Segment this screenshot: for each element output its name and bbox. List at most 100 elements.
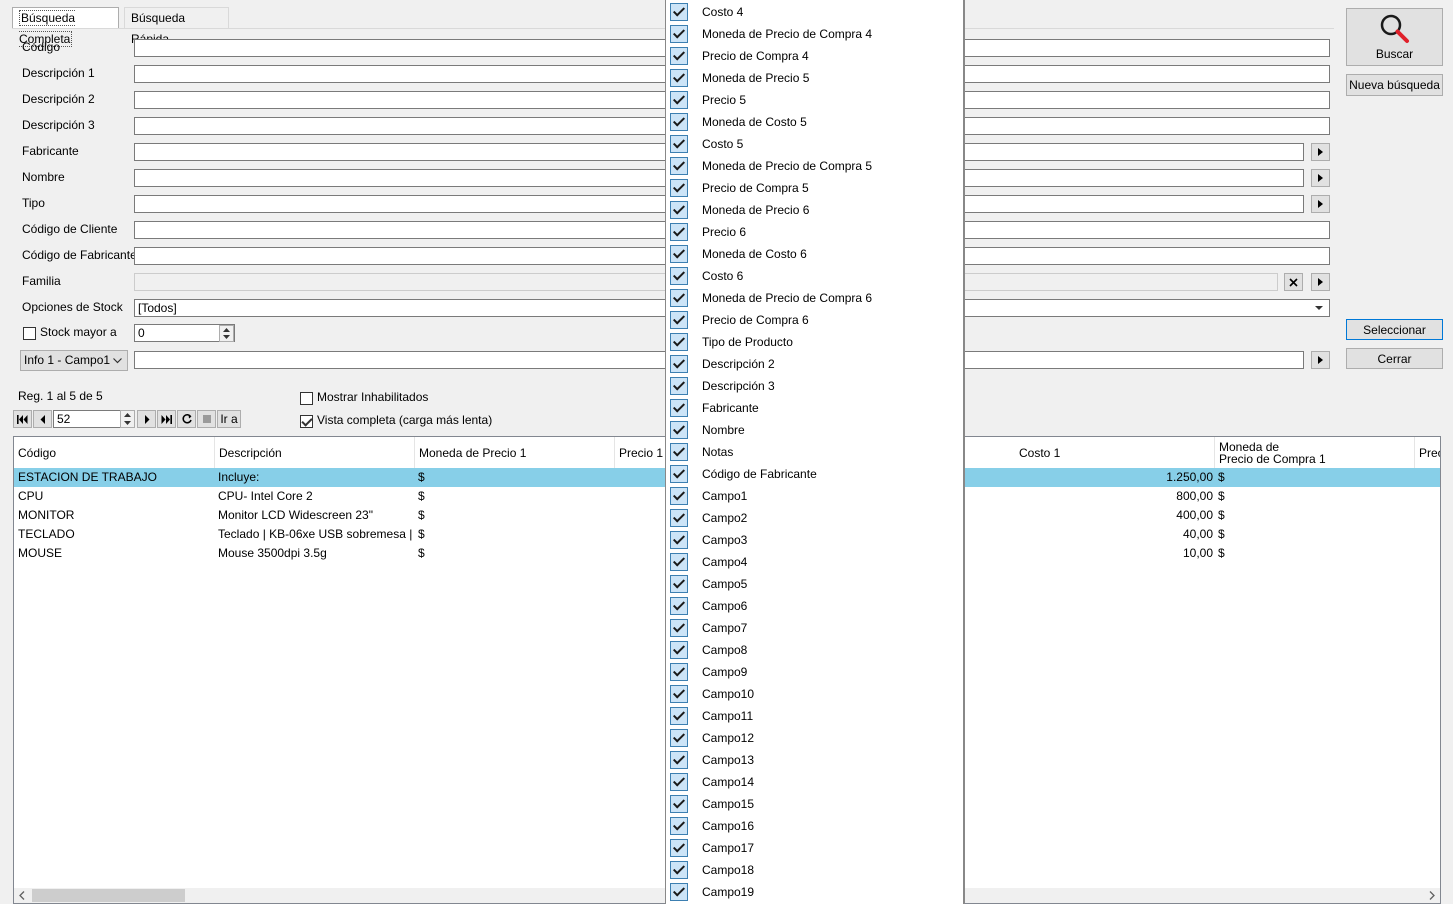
column-chooser-item[interactable]: Notas — [666, 441, 962, 463]
checkbox-checked-icon[interactable] — [670, 113, 688, 131]
column-header-codigo[interactable]: Código — [14, 437, 215, 468]
column-chooser-item[interactable]: Campo4 — [666, 551, 962, 573]
info-campo-select[interactable]: Info 1 - Campo1 — [20, 350, 128, 371]
checkbox-checked-icon[interactable] — [670, 685, 688, 703]
column-chooser-item[interactable]: Campo8 — [666, 639, 962, 661]
checkbox-checked-icon[interactable] — [670, 245, 688, 263]
column-chooser-item[interactable]: Campo14 — [666, 771, 962, 793]
checkbox-checked-icon[interactable] — [670, 267, 688, 285]
column-chooser-item[interactable]: Costo 4 — [666, 1, 962, 23]
scrollbar-thumb[interactable] — [32, 889, 185, 902]
checkbox-checked-icon[interactable] — [670, 729, 688, 747]
prev-page-button[interactable] — [33, 410, 52, 428]
tab-busqueda-completa[interactable]: Búsqueda Completa — [12, 7, 119, 47]
checkbox-checked-icon[interactable] — [670, 91, 688, 109]
column-chooser-item[interactable]: Campo19 — [666, 881, 962, 903]
column-chooser-item[interactable]: Campo7 — [666, 617, 962, 639]
column-chooser-item[interactable]: Moneda de Precio de Compra 6 — [666, 287, 962, 309]
checkbox-checked-icon[interactable] — [670, 641, 688, 659]
checkbox-checked-icon[interactable] — [670, 421, 688, 439]
column-chooser-item[interactable]: Campo13 — [666, 749, 962, 771]
refresh-button[interactable] — [177, 410, 196, 428]
checkbox-checked-icon[interactable] — [670, 509, 688, 527]
checkbox-checked-icon[interactable] — [670, 795, 688, 813]
checkbox-checked-icon[interactable] — [670, 465, 688, 483]
column-chooser-item[interactable]: Campo9 — [666, 661, 962, 683]
checkbox-checked-icon[interactable] — [670, 575, 688, 593]
column-chooser-item[interactable]: Moneda de Precio de Compra 4 — [666, 23, 962, 45]
checkbox-checked-icon[interactable] — [670, 355, 688, 373]
column-header-descripcion[interactable]: Descripción — [215, 437, 415, 468]
familia-clear-button[interactable] — [1284, 273, 1303, 291]
column-chooser-item[interactable]: Campo15 — [666, 793, 962, 815]
column-chooser-item[interactable]: Precio de Compra 4 — [666, 45, 962, 67]
first-page-button[interactable] — [13, 410, 32, 428]
checkbox-checked-icon[interactable] — [670, 619, 688, 637]
checkbox-checked-icon[interactable] — [670, 883, 688, 901]
checkbox-checked-icon[interactable] — [670, 3, 688, 21]
column-chooser-item[interactable]: Precio de Compra 6 — [666, 309, 962, 331]
column-chooser-item[interactable]: Descripción 2 — [666, 353, 962, 375]
checkbox-checked-icon[interactable] — [670, 773, 688, 791]
checkbox-checked-icon[interactable] — [670, 377, 688, 395]
tipo-browse-button[interactable] — [1311, 195, 1330, 213]
column-chooser-item[interactable]: Nombre — [666, 419, 962, 441]
column-chooser-item[interactable]: Tipo de Producto — [666, 331, 962, 353]
checkbox-checked-icon[interactable] — [670, 135, 688, 153]
column-header-moneda-precio-1[interactable]: Moneda de Precio 1 — [415, 437, 615, 468]
column-chooser-item[interactable]: Moneda de Costo 6 — [666, 243, 962, 265]
stock-mayor-spinner[interactable] — [219, 325, 234, 342]
column-chooser-item[interactable]: Costo 5 — [666, 133, 962, 155]
column-chooser-item[interactable]: Campo2 — [666, 507, 962, 529]
checkbox-checked-icon[interactable] — [670, 839, 688, 857]
column-chooser-item[interactable]: Campo10 — [666, 683, 962, 705]
page-spinner[interactable] — [120, 410, 135, 428]
column-chooser-item[interactable]: Campo12 — [666, 727, 962, 749]
nombre-browse-button[interactable] — [1311, 169, 1330, 187]
checkbox-checked-icon[interactable] — [670, 311, 688, 329]
column-header-costo-1[interactable]: Costo 1 — [1015, 437, 1215, 468]
fabricante-browse-button[interactable] — [1311, 143, 1330, 161]
checkbox-checked-icon[interactable] — [670, 751, 688, 769]
column-chooser-item[interactable]: Campo11 — [666, 705, 962, 727]
column-chooser-item[interactable]: Moneda de Precio 6 — [666, 199, 962, 221]
column-chooser-item[interactable]: Campo18 — [666, 859, 962, 881]
stock-mayor-checkbox[interactable] — [23, 327, 36, 340]
ir-a-button[interactable]: Ir a — [217, 410, 241, 428]
checkbox-checked-icon[interactable] — [670, 597, 688, 615]
column-chooser-item[interactable]: Campo6 — [666, 595, 962, 617]
column-header-precio-compra-1[interactable]: Prec — [1415, 437, 1440, 468]
familia-browse-button[interactable] — [1311, 273, 1330, 291]
next-page-button[interactable] — [137, 410, 156, 428]
checkbox-checked-icon[interactable] — [670, 861, 688, 879]
checkbox-checked-icon[interactable] — [670, 47, 688, 65]
column-chooser-item[interactable]: Descripción 3 — [666, 375, 962, 397]
info-campo-browse-button[interactable] — [1311, 351, 1330, 369]
column-chooser-item[interactable]: Fabricante — [666, 397, 962, 419]
last-page-button[interactable] — [157, 410, 176, 428]
column-chooser-item[interactable]: Campo16 — [666, 815, 962, 837]
checkbox-checked-icon[interactable] — [670, 69, 688, 87]
cerrar-button[interactable]: Cerrar — [1346, 348, 1443, 369]
column-chooser-item[interactable]: Campo5 — [666, 573, 962, 595]
column-chooser-item[interactable]: Código de Fabricante — [666, 463, 962, 485]
checkbox-checked-icon[interactable] — [670, 399, 688, 417]
column-chooser-item[interactable]: Campo3 — [666, 529, 962, 551]
buscar-button[interactable]: Buscar — [1346, 8, 1443, 66]
tab-busqueda-rapida[interactable]: Búsqueda Rápida — [124, 7, 229, 46]
page-number-input[interactable]: 52 — [53, 410, 121, 428]
checkbox-checked-icon[interactable] — [670, 817, 688, 835]
column-chooser-item[interactable]: Precio de Compra 5 — [666, 177, 962, 199]
nueva-busqueda-button[interactable]: Nueva búsqueda — [1346, 74, 1443, 96]
checkbox-checked-icon[interactable] — [670, 157, 688, 175]
checkbox-checked-icon[interactable] — [670, 487, 688, 505]
checkbox-checked-icon[interactable] — [670, 707, 688, 725]
stop-button[interactable] — [197, 410, 216, 428]
column-chooser-item[interactable]: Campo1 — [666, 485, 962, 507]
checkbox-checked-icon[interactable] — [670, 553, 688, 571]
seleccionar-button[interactable]: Seleccionar — [1346, 319, 1443, 340]
checkbox-checked-icon[interactable] — [670, 201, 688, 219]
column-chooser-item[interactable]: Costo 6 — [666, 265, 962, 287]
mostrar-inhabilitados-checkbox[interactable] — [300, 392, 313, 405]
scroll-right-icon[interactable] — [1429, 891, 1435, 900]
